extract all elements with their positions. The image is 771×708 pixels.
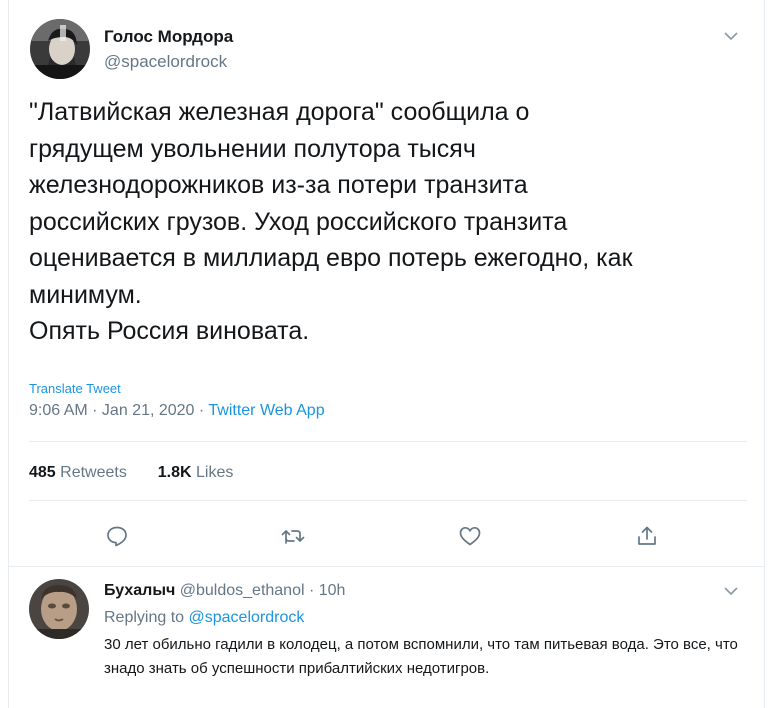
author-avatar-image — [30, 19, 90, 79]
tweet-date[interactable]: Jan 21, 2020 — [102, 402, 195, 419]
reply-icon[interactable] — [99, 518, 135, 554]
tweet-actions — [9, 518, 764, 554]
tweet-time[interactable]: 9:06 AM — [29, 402, 88, 419]
tweet-text: "Латвийская железная дорога" сообщила о … — [29, 98, 633, 345]
author-handle[interactable]: @spacelordrock — [104, 52, 227, 72]
reply-avatar-image — [29, 579, 89, 639]
retweet-icon[interactable] — [275, 518, 311, 554]
translate-tweet-link[interactable]: Translate Tweet — [29, 381, 121, 396]
retweets-label: Retweets — [60, 464, 127, 481]
reply-text: 30 лет обильно гадили в колодец, а потом… — [104, 636, 738, 677]
reply-separator: · — [304, 582, 319, 599]
source-app-link[interactable]: Twitter Web App — [208, 402, 324, 419]
likes-count: 1.8K — [157, 464, 192, 481]
chevron-down-icon[interactable] — [721, 26, 741, 46]
reply-author-handle[interactable]: @buldos_ethanol — [180, 582, 305, 599]
author-avatar[interactable] — [30, 19, 90, 79]
divider — [29, 441, 747, 442]
tweet-timeline: Голос Мордора @spacelordrock "Латвийская… — [8, 0, 765, 708]
divider — [29, 500, 747, 501]
reply-tweet[interactable]: Бухалыч @buldos_ethanol · 10h Replying t… — [9, 567, 764, 708]
tweet-stats: 485 Retweets 1.8K Likes — [29, 464, 233, 482]
likes-label: Likes — [196, 464, 234, 481]
main-tweet: Голос Мордора @spacelordrock "Латвийская… — [9, 0, 764, 566]
reply-time[interactable]: 10h — [319, 582, 346, 599]
replying-prefix: Replying to — [104, 609, 189, 626]
reply-author-avatar[interactable] — [29, 579, 89, 639]
reply-header: Бухалыч @buldos_ethanol · 10h — [104, 582, 345, 600]
share-icon[interactable] — [629, 518, 665, 554]
chevron-down-icon[interactable] — [721, 581, 741, 601]
replying-to: Replying to @spacelordrock — [104, 609, 304, 627]
meta-separator: · — [194, 402, 209, 419]
author-display-name[interactable]: Голос Мордора — [104, 27, 233, 47]
reply-author-name[interactable]: Бухалыч — [104, 582, 175, 599]
likes-stat[interactable]: 1.8K Likes — [158, 464, 234, 481]
replying-to-handle[interactable]: @spacelordrock — [189, 609, 305, 626]
tweet-meta: 9:06 AM · Jan 21, 2020 · Twitter Web App — [29, 402, 325, 420]
meta-separator: · — [87, 402, 102, 419]
retweets-stat[interactable]: 485 Retweets — [29, 464, 127, 481]
like-icon[interactable] — [452, 518, 488, 554]
retweets-count: 485 — [29, 464, 56, 481]
